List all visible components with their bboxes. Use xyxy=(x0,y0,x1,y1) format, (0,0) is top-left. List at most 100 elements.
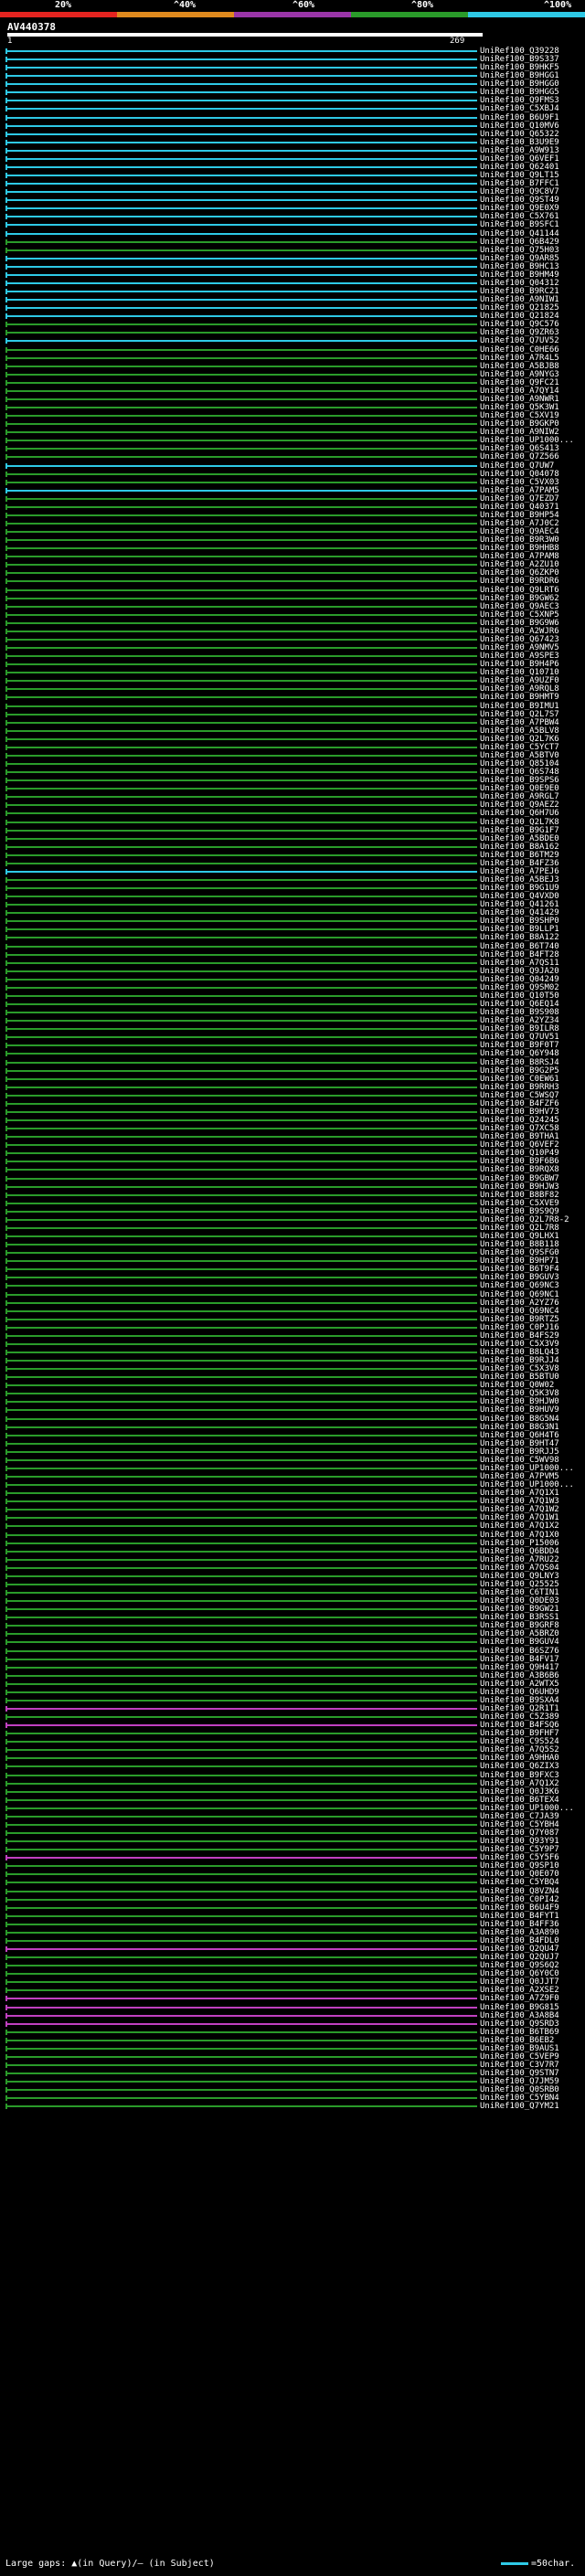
hit-alignment-line[interactable] xyxy=(5,945,477,948)
hit-alignment-line[interactable] xyxy=(5,746,477,748)
hit-alignment-line[interactable] xyxy=(5,83,477,86)
hit-alignment-line[interactable] xyxy=(5,2055,477,2058)
hit-alignment-line[interactable] xyxy=(5,191,477,194)
hit-alignment-line[interactable] xyxy=(5,663,477,666)
hit-alignment-line[interactable] xyxy=(5,1666,477,1669)
hit-alignment-line[interactable] xyxy=(5,332,477,334)
hit-alignment-line[interactable] xyxy=(5,1649,477,1652)
hit-alignment-line[interactable] xyxy=(5,1699,477,1701)
hit-alignment-line[interactable] xyxy=(5,165,477,168)
hit-alignment-line[interactable] xyxy=(5,497,477,500)
hit-alignment-line[interactable] xyxy=(5,50,477,52)
hit-alignment-line[interactable] xyxy=(5,1981,477,1984)
hit-alignment-line[interactable] xyxy=(5,879,477,881)
hit-alignment-line[interactable] xyxy=(5,1360,477,1362)
hit-alignment-line[interactable] xyxy=(5,381,477,384)
hit-alignment-line[interactable] xyxy=(5,124,477,127)
hit-alignment-line[interactable] xyxy=(5,771,477,774)
hit-alignment-line[interactable] xyxy=(5,862,477,864)
hit-alignment-line[interactable] xyxy=(5,1434,477,1436)
hit-alignment-line[interactable] xyxy=(5,1724,477,1727)
hit-alignment-line[interactable] xyxy=(5,564,477,567)
hit-alignment-line[interactable] xyxy=(5,556,477,558)
hit-alignment-line[interactable] xyxy=(5,829,477,832)
hit-alignment-line[interactable] xyxy=(5,299,477,302)
hit-alignment-line[interactable] xyxy=(5,1061,477,1064)
hit-alignment-line[interactable] xyxy=(5,67,477,69)
hit-alignment-line[interactable] xyxy=(5,961,477,964)
hit-alignment-line[interactable] xyxy=(5,721,477,724)
hit-alignment-line[interactable] xyxy=(5,763,477,766)
hit-alignment-line[interactable] xyxy=(5,904,477,906)
hit-alignment-line[interactable] xyxy=(5,1765,477,1768)
hit-alignment-line[interactable] xyxy=(5,440,477,442)
hit-alignment-line[interactable] xyxy=(5,1252,477,1255)
hit-alignment-line[interactable] xyxy=(5,1815,477,1818)
hit-alignment-line[interactable] xyxy=(5,1119,477,1122)
hit-alignment-line[interactable] xyxy=(5,1185,477,1188)
hit-alignment-line[interactable] xyxy=(5,291,477,293)
hit-alignment-line[interactable] xyxy=(5,1492,477,1495)
hit-alignment-line[interactable] xyxy=(5,1733,477,1735)
hit-alignment-line[interactable] xyxy=(5,1442,477,1445)
hit-alignment-line[interactable] xyxy=(5,621,477,624)
hit-alignment-line[interactable] xyxy=(5,273,477,276)
hit-alignment-line[interactable] xyxy=(5,912,477,915)
hit-alignment-line[interactable] xyxy=(5,2014,477,2017)
hit-alignment-line[interactable] xyxy=(5,1351,477,1353)
hit-alignment-line[interactable] xyxy=(5,729,477,732)
hit-alignment-line[interactable] xyxy=(5,1086,477,1088)
hit-alignment-line[interactable] xyxy=(5,1136,477,1139)
hit-alignment-line[interactable] xyxy=(5,796,477,799)
hit-alignment-line[interactable] xyxy=(5,1790,477,1793)
hit-alignment-line[interactable] xyxy=(5,249,477,251)
hit-alignment-line[interactable] xyxy=(5,680,477,683)
hit-alignment-line[interactable] xyxy=(5,572,477,575)
hit-alignment-line[interactable] xyxy=(5,970,477,972)
hit-alignment-line[interactable] xyxy=(5,1782,477,1785)
hit-alignment-line[interactable] xyxy=(5,489,477,492)
hit-alignment-line[interactable] xyxy=(5,1882,477,1884)
hit-alignment-line[interactable] xyxy=(5,323,477,326)
hit-alignment-line[interactable] xyxy=(5,1342,477,1345)
hit-alignment-line[interactable] xyxy=(5,1028,477,1031)
hit-alignment-line[interactable] xyxy=(5,1948,477,1951)
hit-alignment-line[interactable] xyxy=(5,1592,477,1595)
hit-alignment-line[interactable] xyxy=(5,1277,477,1279)
hit-alignment-line[interactable] xyxy=(5,2072,477,2075)
hit-alignment-line[interactable] xyxy=(5,1368,477,1371)
hit-alignment-line[interactable] xyxy=(5,389,477,392)
hit-alignment-line[interactable] xyxy=(5,315,477,318)
hit-alignment-line[interactable] xyxy=(5,423,477,426)
hit-alignment-line[interactable] xyxy=(5,1169,477,1171)
hit-alignment-line[interactable] xyxy=(5,1069,477,1072)
hit-alignment-line[interactable] xyxy=(5,1094,477,1097)
hit-alignment-line[interactable] xyxy=(5,613,477,616)
hit-alignment-line[interactable] xyxy=(5,928,477,931)
hit-alignment-line[interactable] xyxy=(5,141,477,143)
hit-alignment-line[interactable] xyxy=(5,1318,477,1320)
hit-alignment-line[interactable] xyxy=(5,1458,477,1461)
hit-alignment-line[interactable] xyxy=(5,953,477,956)
hit-alignment-line[interactable] xyxy=(5,1566,477,1569)
hit-alignment-line[interactable] xyxy=(5,2064,477,2066)
hit-alignment-line[interactable] xyxy=(5,1608,477,1611)
hit-alignment-line[interactable] xyxy=(5,531,477,534)
hit-alignment-line[interactable] xyxy=(5,713,477,716)
hit-alignment-line[interactable] xyxy=(5,737,477,740)
hit-alignment-line[interactable] xyxy=(5,870,477,873)
hit-alignment-line[interactable] xyxy=(5,1384,477,1387)
hit-alignment-line[interactable] xyxy=(5,116,477,119)
hit-alignment-line[interactable] xyxy=(5,348,477,351)
hit-alignment-line[interactable] xyxy=(5,240,477,243)
hit-alignment-line[interactable] xyxy=(5,1293,477,1296)
hit-alignment-line[interactable] xyxy=(5,1128,477,1130)
hit-alignment-line[interactable] xyxy=(5,340,477,343)
hit-alignment-line[interactable] xyxy=(5,2030,477,2033)
hit-alignment-line[interactable] xyxy=(5,1633,477,1636)
hit-alignment-line[interactable] xyxy=(5,257,477,260)
hit-alignment-line[interactable] xyxy=(5,1376,477,1379)
hit-alignment-line[interactable] xyxy=(5,1691,477,1693)
hit-alignment-line[interactable] xyxy=(5,1574,477,1577)
hit-alignment-line[interactable] xyxy=(5,207,477,210)
